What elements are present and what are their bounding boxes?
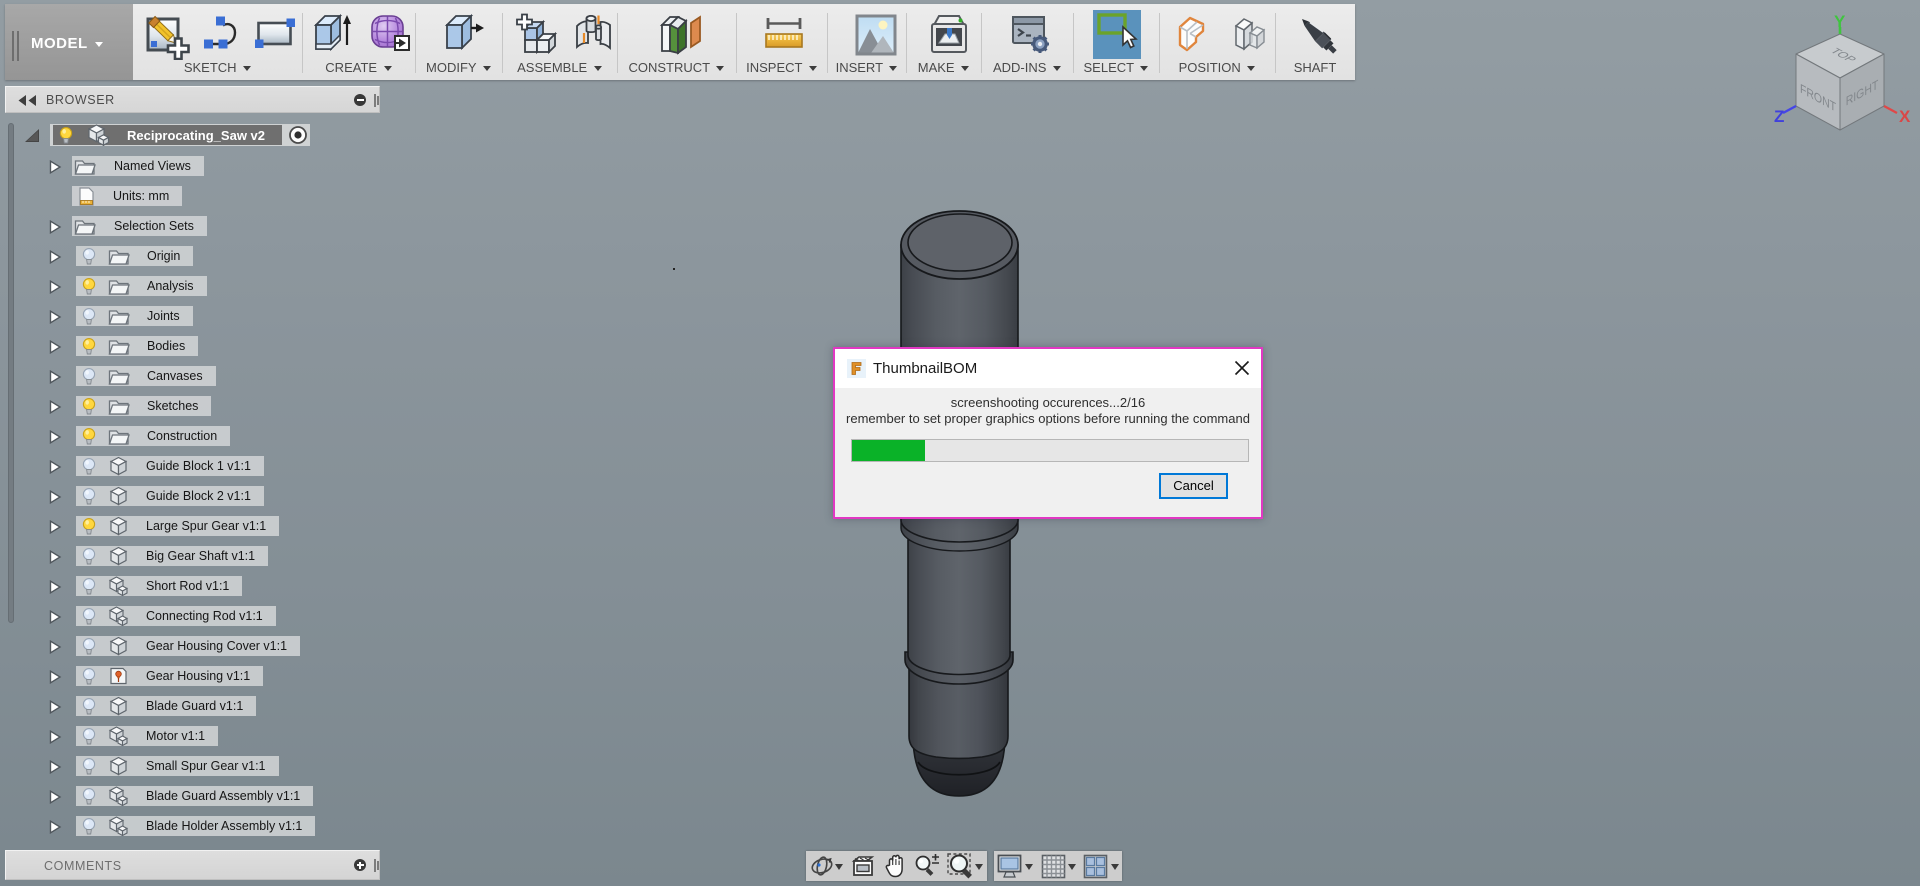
svg-text:Y: Y <box>1834 12 1846 31</box>
svg-text:X: X <box>1899 107 1911 126</box>
svg-text:Z: Z <box>1774 107 1784 126</box>
